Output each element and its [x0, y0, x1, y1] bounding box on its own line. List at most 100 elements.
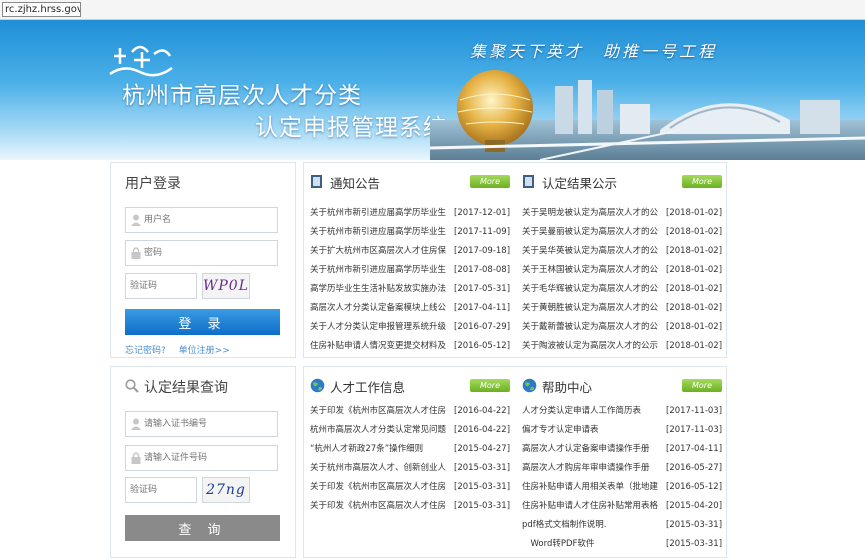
password-field-wrapper: [125, 240, 278, 266]
item-title[interactable]: 关于毛华辉被认定为高层次人才的公: [522, 280, 664, 299]
item-title[interactable]: “杭州人才新政27条”操作细则: [310, 440, 452, 459]
help-more-button[interactable]: More: [682, 379, 722, 392]
result-query-panel: 认定结果查询 27ng 查 询: [110, 366, 296, 558]
item-title[interactable]: 高层次人才购房年审申请操作手册: [522, 459, 664, 478]
results-more-button[interactable]: More: [682, 175, 722, 188]
results-list: 关于吴明龙被认定为高层次人才的公 [2018-01-02] 关于吴曼丽被认定为高层…: [522, 204, 726, 356]
news-panel-top: 通知公告 More 关于杭州市新引进应届高学历毕业生 [2017-12-01] 关…: [303, 162, 727, 358]
item-title[interactable]: 关于吴曼丽被认定为高层次人才的公: [522, 223, 664, 242]
notice-item[interactable]: 关于人才分类认定申报管理系统升级 [2016-07-29]: [310, 318, 514, 337]
unit-register-link[interactable]: 单位注册>>: [179, 346, 230, 356]
banner-slogan: 集聚天下英才 助推一号工程: [470, 42, 718, 61]
results-item[interactable]: 关于黄朝胜被认定为高层次人才的公 [2018-01-02]: [522, 299, 726, 318]
item-title[interactable]: 关于印发《杭州市区高层次人才住房: [310, 497, 452, 516]
item-title[interactable]: 关于王林国被认定为高层次人才的公: [522, 261, 664, 280]
item-title[interactable]: 关于黄朝胜被认定为高层次人才的公: [522, 299, 664, 318]
username-input[interactable]: [144, 211, 272, 229]
item-title[interactable]: 偏才专才认定申请表: [522, 421, 664, 440]
query-captcha-image[interactable]: 27ng: [202, 477, 250, 503]
talent-info-item[interactable]: 关于印发《杭州市区高层次人才住房 [2015-03-31]: [310, 497, 514, 516]
item-title[interactable]: 关于印发《杭州市区高层次人才住房: [310, 402, 452, 421]
notice-item[interactable]: 关于杭州市新引进应届高学历毕业生 [2017-12-01]: [310, 204, 514, 223]
talent-info-item[interactable]: 关于印发《杭州市区高层次人才住房 [2016-04-22]: [310, 402, 514, 421]
item-title[interactable]: 关于陶波被认定为高层次人才的公示: [522, 337, 664, 356]
login-captcha-input[interactable]: [130, 277, 194, 295]
item-date: [2017-05-31]: [454, 284, 511, 294]
help-item[interactable]: pdf格式文档制作说明. [2015-03-31]: [522, 516, 726, 535]
url-field[interactable]: rc.zjhz.hrss.gov.cn: [2, 2, 81, 17]
item-date: [2015-04-20]: [666, 501, 723, 511]
item-date: [2017-12-01]: [454, 208, 511, 218]
talent-info-more-button[interactable]: More: [470, 379, 510, 392]
results-item[interactable]: 关于吴曼丽被认定为高层次人才的公 [2018-01-02]: [522, 223, 726, 242]
item-title[interactable]: 关于戴新蕾被认定为高层次人才的公: [522, 318, 664, 337]
item-title[interactable]: 关于杭州市新引进应届高学历毕业生: [310, 261, 452, 280]
item-date: [2017-08-08]: [454, 265, 511, 275]
notice-item[interactable]: 高层次人才分类认定备案模块上线公 [2017-04-11]: [310, 299, 514, 318]
item-title[interactable]: 关于吴华英被认定为高层次人才的公: [522, 242, 664, 261]
notice-header: 通知公告 More: [310, 173, 510, 191]
talent-info-item[interactable]: 关于印发《杭州市区高层次人才住房 [2015-03-31]: [310, 478, 514, 497]
item-title[interactable]: Word转PDF软件: [522, 535, 664, 554]
user-icon: [131, 214, 141, 226]
item-title[interactable]: 关于吴明龙被认定为高层次人才的公: [522, 204, 664, 223]
help-item[interactable]: 高层次人才认定备案申请操作手册 [2017-04-11]: [522, 440, 726, 459]
forgot-password-link[interactable]: 忘记密码?: [125, 346, 166, 356]
notice-item[interactable]: 住房补贴申请人情况变更提交材料及 [2016-05-12]: [310, 337, 514, 356]
item-date: [2015-03-31]: [666, 539, 723, 549]
query-button[interactable]: 查 询: [125, 515, 280, 541]
item-title[interactable]: 关于杭州市新引进应届高学历毕业生: [310, 204, 452, 223]
item-title[interactable]: 关于杭州市高层次人才、创新创业人: [310, 459, 452, 478]
notice-more-button[interactable]: More: [470, 175, 510, 188]
item-title[interactable]: 高层次人才认定备案申请操作手册: [522, 440, 664, 459]
cert-number-field-wrapper: [125, 411, 278, 437]
talent-info-item[interactable]: 关于杭州市高层次人才、创新创业人 [2015-03-31]: [310, 459, 514, 478]
cert-number-input[interactable]: [144, 415, 272, 433]
login-button[interactable]: 登 录: [125, 309, 280, 335]
item-date: [2016-05-12]: [454, 341, 511, 351]
help-item[interactable]: 住房补贴申请人用相关表单（批地建 [2016-05-12]: [522, 478, 726, 497]
help-item[interactable]: 偏才专才认定申请表 [2017-11-03]: [522, 421, 726, 440]
results-item[interactable]: 关于陶波被认定为高层次人才的公示 [2018-01-02]: [522, 337, 726, 356]
item-title[interactable]: 关于扩大杭州市区高层次人才住房保: [310, 242, 452, 261]
item-title[interactable]: 关于印发《杭州市区高层次人才住房: [310, 478, 452, 497]
item-title[interactable]: 住房补贴申请人用相关表单（批地建: [522, 478, 664, 497]
notice-item[interactable]: 关于杭州市新引进应届高学历毕业生 [2017-08-08]: [310, 261, 514, 280]
item-title[interactable]: 杭州市高层次人才分类认定常见问题: [310, 421, 452, 440]
item-title[interactable]: 高学历毕业生生活补贴发放实施办法: [310, 280, 452, 299]
item-date: [2018-01-02]: [666, 303, 723, 313]
help-item[interactable]: 高层次人才购房年审申请操作手册 [2016-05-27]: [522, 459, 726, 478]
results-item[interactable]: 关于吴明龙被认定为高层次人才的公 [2018-01-02]: [522, 204, 726, 223]
query-captcha-input[interactable]: [130, 481, 194, 499]
results-book-icon: [523, 175, 534, 188]
help-item[interactable]: 人才分类认定申请人工作简历表 [2017-11-03]: [522, 402, 726, 421]
talent-info-item[interactable]: “杭州人才新政27条”操作细则 [2015-04-27]: [310, 440, 514, 459]
system-title-line1: 杭州市高层次人才分类: [122, 83, 362, 109]
item-title[interactable]: 住房补贴申请人才住房补贴常用表格: [522, 497, 664, 516]
help-item[interactable]: Word转PDF软件 [2015-03-31]: [522, 535, 726, 554]
results-item[interactable]: 关于戴新蕾被认定为高层次人才的公 [2018-01-02]: [522, 318, 726, 337]
item-title[interactable]: 人才分类认定申请人工作简历表: [522, 402, 664, 421]
item-title[interactable]: 关于杭州市新引进应届高学历毕业生: [310, 223, 452, 242]
notice-item[interactable]: 关于扩大杭州市区高层次人才住房保 [2017-09-18]: [310, 242, 514, 261]
results-item[interactable]: 关于吴华英被认定为高层次人才的公 [2018-01-02]: [522, 242, 726, 261]
item-title[interactable]: 住房补贴申请人情况变更提交材料及: [310, 337, 452, 356]
results-item[interactable]: 关于王林国被认定为高层次人才的公 [2018-01-02]: [522, 261, 726, 280]
results-item[interactable]: 关于毛华辉被认定为高层次人才的公 [2018-01-02]: [522, 280, 726, 299]
talent-info-item[interactable]: 杭州市高层次人才分类认定常见问题 [2016-04-22]: [310, 421, 514, 440]
username-field-wrapper: [125, 207, 278, 233]
password-input[interactable]: [144, 244, 272, 262]
query-captcha-field-wrapper: [125, 477, 197, 503]
item-title[interactable]: 高层次人才分类认定备案模块上线公: [310, 299, 452, 318]
item-title[interactable]: pdf格式文档制作说明.: [522, 516, 664, 535]
login-captcha-field-wrapper: [125, 273, 197, 299]
item-date: [2017-11-03]: [666, 406, 723, 416]
results-title: 认定结果公示: [542, 176, 618, 191]
item-date: [2015-03-31]: [454, 501, 511, 511]
login-captcha-image[interactable]: WP0L: [202, 273, 250, 299]
id-number-input[interactable]: [144, 449, 272, 467]
notice-item[interactable]: 高学历毕业生生活补贴发放实施办法 [2017-05-31]: [310, 280, 514, 299]
help-item[interactable]: 住房补贴申请人才住房补贴常用表格 [2015-04-20]: [522, 497, 726, 516]
item-title[interactable]: 关于人才分类认定申报管理系统升级: [310, 318, 452, 337]
notice-item[interactable]: 关于杭州市新引进应届高学历毕业生 [2017-11-09]: [310, 223, 514, 242]
